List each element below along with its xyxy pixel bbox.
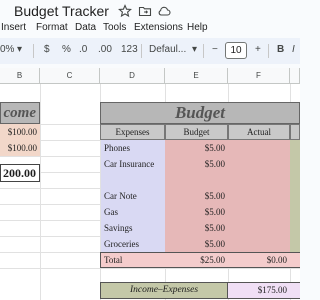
increase-font-size-button[interactable]: +	[255, 44, 261, 55]
income-cell[interactable]: $100.00	[0, 140, 40, 156]
menu-help[interactable]: Help	[187, 22, 208, 33]
font-size-input[interactable]: 10	[225, 42, 247, 59]
toolbar-divider	[203, 44, 204, 58]
budget-value-cell[interactable]: $5.00	[165, 204, 228, 220]
budget-title[interactable]: Budget	[100, 102, 300, 124]
budget-value-cell[interactable]: $5.00	[165, 140, 228, 156]
olive-cell[interactable]	[290, 204, 300, 220]
toolbar-divider	[33, 44, 34, 58]
total-extra-cell[interactable]	[290, 252, 300, 268]
decrease-font-size-button[interactable]: −	[212, 44, 218, 55]
olive-cell[interactable]	[290, 188, 300, 204]
app-header: Budget Tracker Insert Format Data Tools …	[0, 0, 300, 40]
expense-name-cell[interactable]: Groceries	[101, 236, 165, 252]
font-chevron-down-icon[interactable]: ▾	[192, 44, 197, 55]
budget-value-cell[interactable]: $5.00	[165, 220, 228, 236]
percent-format-button[interactable]: %	[62, 44, 71, 55]
olive-cell[interactable]	[290, 220, 300, 236]
expense-name-cell[interactable]: Car Insurance	[101, 156, 165, 172]
total-label[interactable]: Total	[100, 252, 165, 268]
column-header-e[interactable]: E	[165, 68, 228, 84]
menu-data[interactable]: Data	[75, 22, 96, 33]
expense-name-cell[interactable]: Savings	[101, 220, 165, 236]
column-header-g[interactable]	[290, 68, 300, 84]
actual-value-cell[interactable]	[228, 140, 290, 156]
income-cell[interactable]: $100.00	[0, 124, 40, 140]
increase-decimal-button[interactable]: .00	[98, 44, 112, 55]
cloud-status-icon[interactable]	[157, 4, 171, 18]
expense-name-cell[interactable]	[101, 172, 165, 188]
income-expenses-value[interactable]: $175.00	[228, 282, 290, 299]
actual-header[interactable]: Actual	[228, 124, 290, 140]
actual-value-cell[interactable]	[228, 220, 290, 236]
olive-cell[interactable]	[290, 140, 300, 156]
spreadsheet-grid[interactable]: B C D E F come $100.00 $100.00 200.00 Bu…	[0, 68, 300, 300]
actual-value-cell[interactable]	[228, 156, 290, 172]
gridline	[0, 268, 300, 269]
currency-format-button[interactable]: $	[44, 44, 50, 55]
budget-value-cell[interactable]: $5.00	[165, 236, 228, 252]
italic-button[interactable]: I	[292, 44, 295, 55]
menu-tools[interactable]: Tools	[103, 22, 126, 33]
budget-value-cell[interactable]: $5.00	[165, 188, 228, 204]
menu-insert[interactable]: Insert	[1, 22, 26, 33]
actual-value-cell[interactable]	[228, 188, 290, 204]
budget-value-cell[interactable]: $5.00	[165, 156, 228, 172]
toolbar: 0% ▾ $ % .0 .00 123 Defaul... ▾ − 10 + B…	[0, 38, 300, 64]
star-icon[interactable]	[118, 4, 132, 18]
total-actual[interactable]: $0.00	[228, 252, 290, 268]
decrease-decimal-button[interactable]: .0	[79, 44, 87, 55]
expenses-header[interactable]: Expenses	[100, 124, 165, 140]
income-total[interactable]: 200.00	[0, 164, 40, 182]
column-header-f[interactable]: F	[228, 68, 290, 84]
bold-button[interactable]: B	[277, 44, 284, 55]
olive-cell[interactable]	[290, 172, 300, 188]
total-budget[interactable]: $25.00	[165, 252, 228, 268]
actual-value-cell[interactable]	[228, 204, 290, 220]
olive-cell[interactable]	[290, 156, 300, 172]
olive-cell[interactable]	[290, 236, 300, 252]
income-header[interactable]: come	[0, 102, 40, 124]
zoom-select[interactable]: 0%	[0, 44, 14, 55]
column-header-c[interactable]: C	[40, 68, 100, 84]
income-expenses-label[interactable]: Income–Expenses	[100, 282, 228, 299]
budget-header[interactable]: Budget	[165, 124, 228, 140]
toolbar-divider	[141, 44, 142, 58]
summary-extra-cell[interactable]	[290, 282, 300, 299]
menu-extensions[interactable]: Extensions	[134, 22, 183, 33]
number-format-button[interactable]: 123	[121, 44, 138, 55]
menu-format[interactable]: Format	[36, 22, 68, 33]
column-header-d[interactable]: D	[100, 68, 165, 84]
expense-name-cell[interactable]: Car Note	[101, 188, 165, 204]
column-header-b[interactable]: B	[0, 68, 40, 84]
toolbar-divider	[268, 44, 269, 58]
expense-name-cell[interactable]: Phones	[101, 140, 165, 156]
move-folder-icon[interactable]	[138, 4, 152, 18]
zoom-chevron-down-icon[interactable]: ▾	[17, 44, 22, 55]
document-title[interactable]: Budget Tracker	[14, 3, 109, 19]
expense-name-cell[interactable]: Gas	[101, 204, 165, 220]
font-select[interactable]: Defaul...	[149, 44, 186, 55]
header-cell[interactable]	[290, 124, 300, 140]
actual-value-cell[interactable]	[228, 172, 290, 188]
budget-value-cell[interactable]	[165, 172, 228, 188]
actual-value-cell[interactable]	[228, 236, 290, 252]
